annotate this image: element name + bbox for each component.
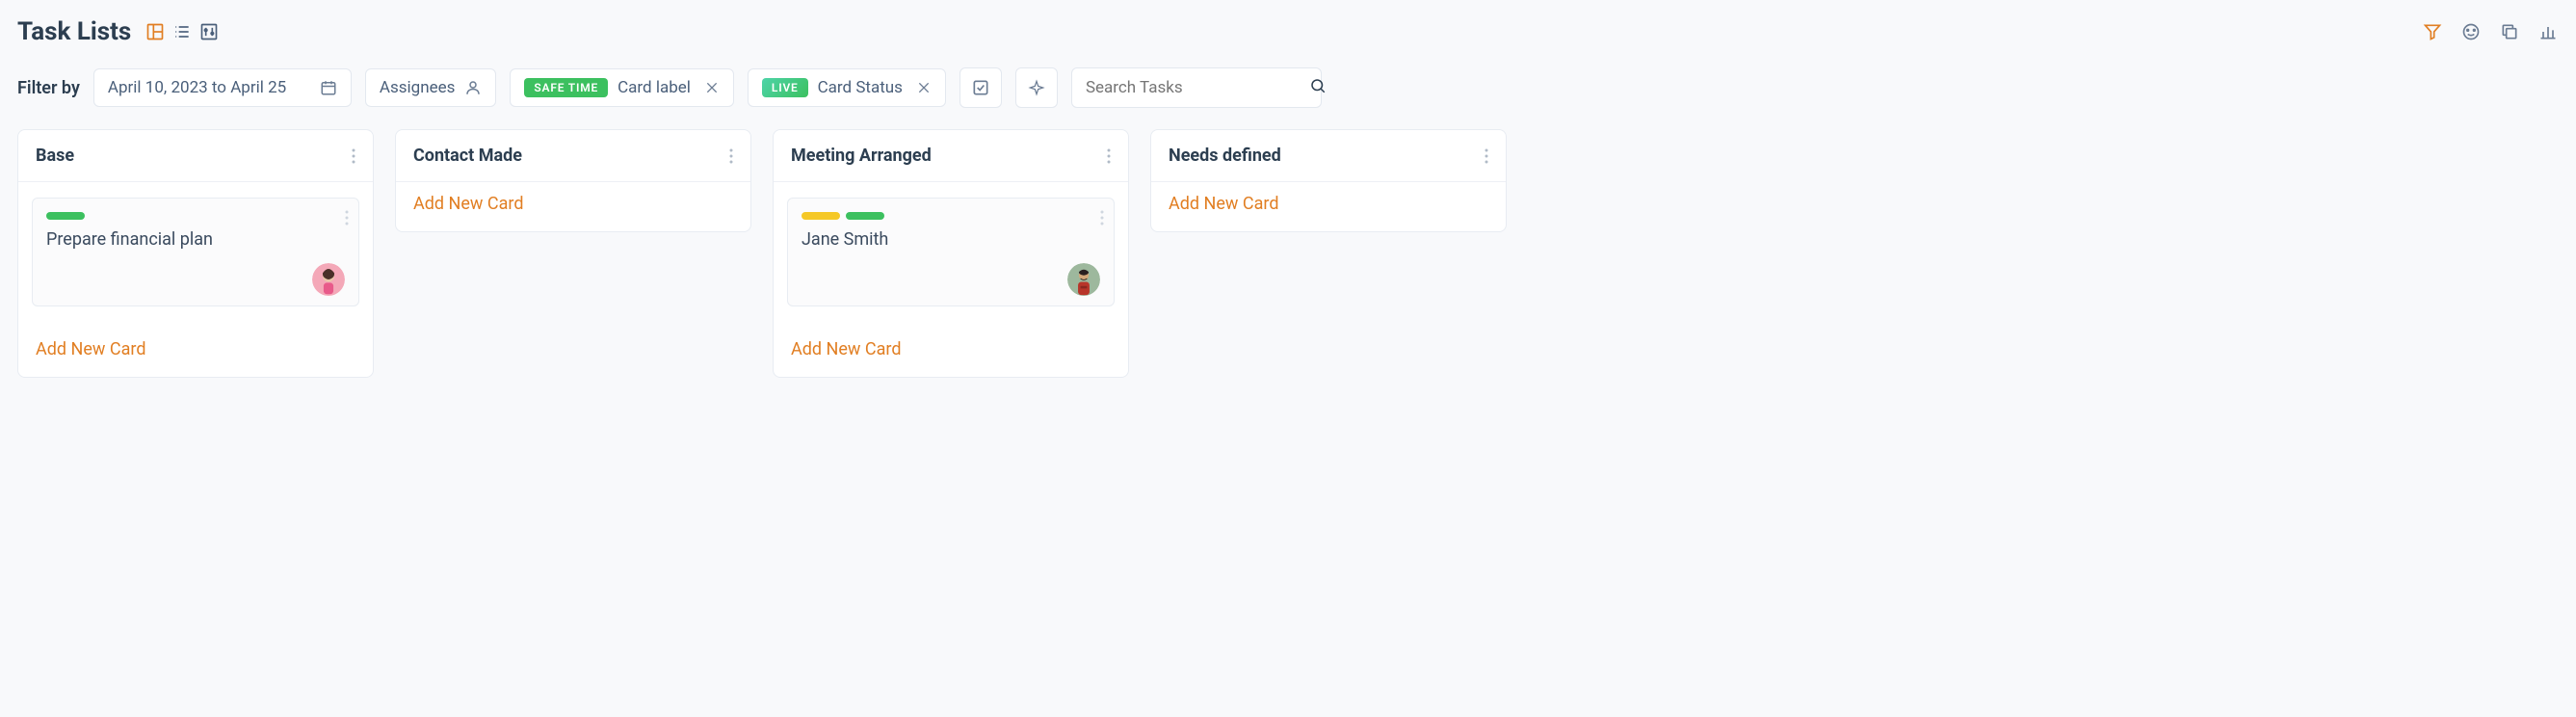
filter-bar: Filter by Assignees SAFE TIME Card label… bbox=[17, 67, 2559, 108]
kanban-board: BasePrepare financial planAdd New CardCo… bbox=[17, 129, 2559, 378]
board-column: Base Prepare financial plan Add New Card bbox=[17, 129, 374, 378]
person-icon bbox=[464, 79, 482, 96]
column-body: Prepare financial plan bbox=[18, 182, 373, 328]
column-title: Contact Made bbox=[413, 146, 522, 166]
card-label-filter[interactable]: SAFE TIME Card label bbox=[510, 68, 733, 107]
search-box[interactable] bbox=[1071, 67, 1322, 108]
assignee-avatar[interactable] bbox=[312, 263, 345, 296]
assignees-label: Assignees bbox=[380, 78, 456, 97]
column-title: Base bbox=[36, 146, 74, 166]
board-column: Contact Made Add New Card bbox=[395, 129, 751, 232]
card-status-filter[interactable]: LIVE Card Status bbox=[748, 68, 946, 107]
funnel-icon[interactable] bbox=[2422, 21, 2443, 42]
add-card-button[interactable]: Add New Card bbox=[774, 328, 1128, 377]
page-title: Task Lists bbox=[17, 17, 131, 46]
column-header: Contact Made bbox=[396, 130, 750, 182]
board-column: Meeting Arranged Jane Smith Add New Card bbox=[773, 129, 1129, 378]
add-card-button[interactable]: Add New Card bbox=[396, 182, 750, 231]
column-menu-icon[interactable] bbox=[352, 148, 355, 164]
filter-label: Filter by bbox=[17, 78, 80, 98]
board-column: Needs defined Add New Card bbox=[1150, 129, 1507, 232]
date-range-filter[interactable] bbox=[93, 68, 352, 107]
sparkle-filter-icon[interactable] bbox=[1015, 67, 1058, 108]
card-labels bbox=[802, 212, 1100, 220]
column-header: Needs defined bbox=[1151, 130, 1506, 182]
card-label-yellow bbox=[802, 212, 840, 220]
search-icon bbox=[1309, 77, 1327, 98]
card-status-text: Card Status bbox=[818, 78, 903, 97]
assignee-avatar[interactable] bbox=[1067, 263, 1100, 296]
task-card[interactable]: Prepare financial plan bbox=[32, 198, 359, 306]
column-menu-icon[interactable] bbox=[1485, 148, 1488, 164]
card-label-green bbox=[846, 212, 884, 220]
header-actions bbox=[2422, 21, 2559, 42]
chart-icon[interactable] bbox=[2537, 21, 2559, 42]
checkbox-filter-icon[interactable] bbox=[959, 67, 1002, 108]
card-footer bbox=[46, 263, 345, 296]
close-icon[interactable] bbox=[704, 80, 720, 95]
add-card-button[interactable]: Add New Card bbox=[18, 328, 373, 377]
card-menu-icon[interactable] bbox=[345, 210, 349, 229]
card-title: Jane Smith bbox=[802, 229, 1100, 250]
card-label-text: Card label bbox=[618, 78, 691, 97]
header-left: Task Lists bbox=[17, 17, 220, 46]
live-badge: LIVE bbox=[762, 78, 808, 97]
search-input[interactable] bbox=[1086, 78, 1300, 97]
date-range-input[interactable] bbox=[108, 78, 310, 97]
settings-view-icon[interactable] bbox=[198, 21, 220, 42]
close-icon[interactable] bbox=[916, 80, 932, 95]
column-menu-icon[interactable] bbox=[729, 148, 733, 164]
column-menu-icon[interactable] bbox=[1107, 148, 1111, 164]
assignees-filter[interactable]: Assignees bbox=[365, 68, 497, 107]
copy-icon[interactable] bbox=[2499, 21, 2520, 42]
list-view-icon[interactable] bbox=[171, 21, 193, 42]
task-card[interactable]: Jane Smith bbox=[787, 198, 1115, 306]
board-view-icon[interactable] bbox=[145, 21, 166, 42]
column-body: Jane Smith bbox=[774, 182, 1128, 328]
add-card-button[interactable]: Add New Card bbox=[1151, 182, 1506, 231]
column-header: Base bbox=[18, 130, 373, 182]
page-header: Task Lists bbox=[17, 17, 2559, 46]
card-menu-icon[interactable] bbox=[1100, 210, 1104, 229]
column-title: Needs defined bbox=[1169, 146, 1281, 166]
card-labels bbox=[46, 212, 345, 220]
card-label-green bbox=[46, 212, 85, 220]
column-title: Meeting Arranged bbox=[791, 146, 932, 166]
card-title: Prepare financial plan bbox=[46, 229, 345, 250]
view-switcher bbox=[145, 21, 220, 42]
safe-time-badge: SAFE TIME bbox=[524, 78, 608, 97]
column-header: Meeting Arranged bbox=[774, 130, 1128, 182]
calendar-icon bbox=[320, 79, 337, 96]
share-icon[interactable] bbox=[2460, 21, 2482, 42]
card-footer bbox=[802, 263, 1100, 296]
